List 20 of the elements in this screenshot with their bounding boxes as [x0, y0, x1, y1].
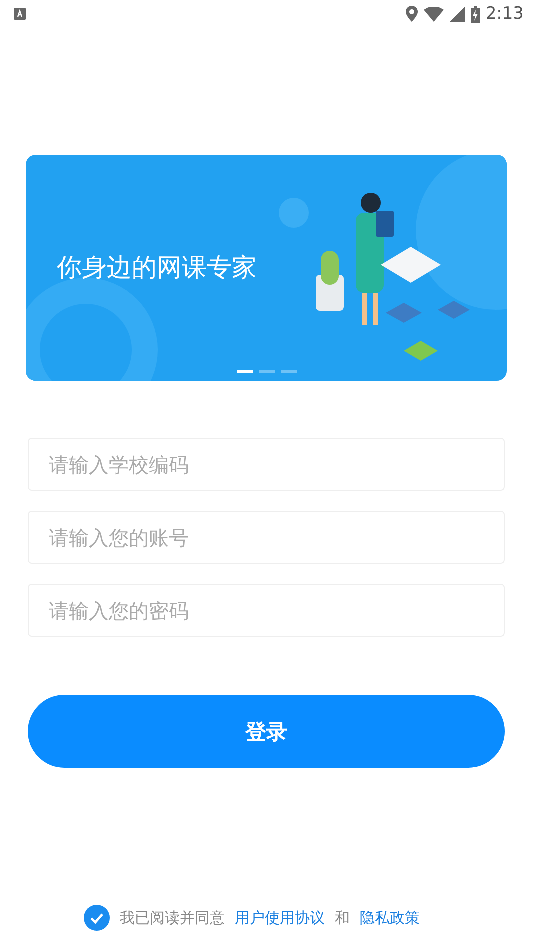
checkmark-icon — [90, 912, 104, 924]
conjunction-text: 和 — [335, 908, 350, 928]
signal-icon — [450, 6, 465, 22]
policy-link[interactable]: 隐私政策 — [360, 908, 420, 928]
location-icon — [406, 6, 418, 22]
page-indicator[interactable] — [280, 370, 296, 373]
wifi-icon — [424, 6, 444, 22]
keyboard-icon — [14, 8, 26, 20]
login-button[interactable]: 登录 — [28, 695, 505, 768]
input-field[interactable]: 请输入您的密码 — [28, 584, 505, 637]
input-field[interactable]: 请输入您的账号 — [28, 511, 505, 564]
page-indicator[interactable] — [236, 370, 252, 373]
battery-charging-icon — [470, 6, 480, 22]
agreement-text: 我已阅读并同意 — [120, 908, 225, 928]
page-indicator[interactable] — [258, 370, 274, 373]
banner-headline: 你身边的网课专家 — [57, 252, 257, 284]
clock: 2:13 — [486, 4, 524, 24]
policy-link[interactable]: 用户使用协议 — [235, 908, 325, 928]
input-field[interactable]: 请输入学校编码 — [28, 438, 505, 491]
agree-checkbox[interactable] — [84, 905, 110, 931]
